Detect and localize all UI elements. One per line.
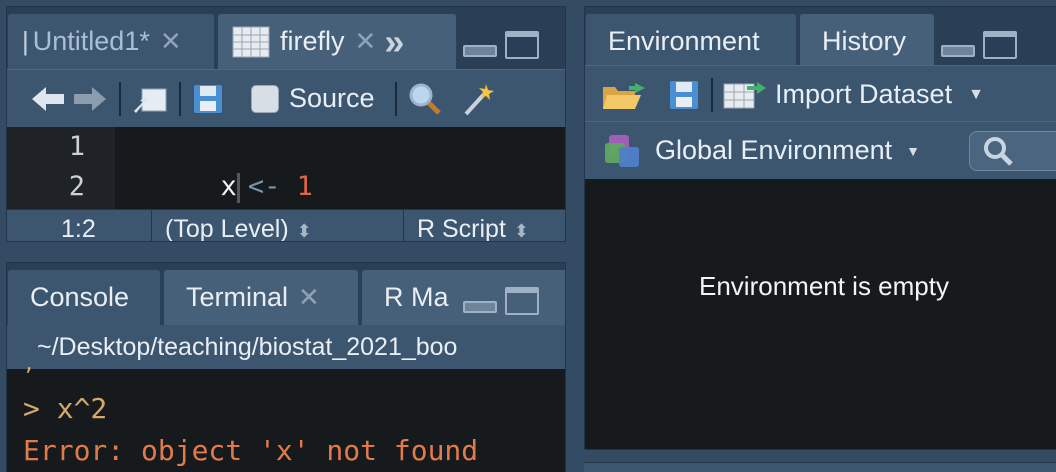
table-icon	[232, 26, 270, 58]
maximize-icon[interactable]	[505, 31, 539, 59]
status-divider	[403, 210, 404, 241]
tab-label: Environment	[608, 26, 760, 56]
line-number: 1	[68, 131, 85, 162]
show-in-window-icon[interactable]	[131, 82, 169, 116]
code-operator: <-	[247, 171, 281, 202]
editor-status-bar: 1:2 (Top Level) ⬍ R Script ⬍	[7, 209, 565, 242]
file-type-selector[interactable]: R Script ⬍	[417, 210, 529, 242]
cursor-position: 1:2	[61, 215, 96, 242]
line-number: 2	[68, 171, 85, 202]
global-environment-icon	[603, 133, 643, 169]
console-line: ,	[23, 351, 36, 375]
scope-selector[interactable]: Global Environment ▼	[655, 135, 920, 166]
text-cursor	[236, 172, 240, 203]
close-icon[interactable]: ✕	[355, 26, 377, 57]
import-dataset-button[interactable]: Import Dataset ▼	[723, 79, 984, 110]
environment-empty-message: Environment is empty	[699, 271, 949, 301]
pane-window-controls	[463, 287, 539, 315]
import-table-icon	[723, 80, 767, 110]
import-dataset-label: Import Dataset	[775, 79, 953, 109]
tab-label: R Ma	[384, 282, 449, 312]
toolbar-separator	[711, 77, 713, 112]
source-toolbar: Source	[7, 69, 565, 127]
code-variable: x	[220, 171, 237, 202]
tab-label: History	[822, 26, 907, 56]
dropdown-arrow-icon: ▼	[906, 142, 920, 159]
toolbar-separator	[179, 81, 181, 116]
tab-label: Console	[30, 282, 130, 312]
overflow-chevron-icon[interactable]: »	[384, 21, 404, 63]
working-directory-path[interactable]: ~/Desktop/teaching/biostat_2021_boo	[7, 325, 565, 369]
source-pane: | Untitled1* ✕ firefly ✕ » Source 1 2 x …	[6, 6, 566, 242]
console-tabbar: Console Terminal ✕ R Ma	[7, 263, 565, 325]
environment-variables-area: Environment is empty	[585, 179, 1056, 449]
search-icon[interactable]	[407, 81, 443, 117]
save-icon[interactable]	[667, 78, 701, 112]
source-on-save-label[interactable]: Source	[289, 83, 375, 114]
updown-chevron-icon: ⬍	[296, 221, 312, 241]
toolbar-separator	[119, 81, 121, 116]
minimize-icon[interactable]	[941, 45, 975, 57]
search-icon	[984, 137, 1013, 166]
tab-firefly[interactable]: firefly ✕ »	[217, 13, 457, 69]
files-pane-edge	[584, 462, 1056, 472]
open-folder-icon[interactable]	[601, 78, 649, 112]
pane-window-controls	[463, 31, 539, 59]
tab-label: Terminal	[186, 282, 289, 312]
code-editor[interactable]: 1 2 x <- 1	[7, 127, 565, 209]
source-tabbar: | Untitled1* ✕ firefly ✕ »	[7, 7, 565, 69]
console-pane: Console Terminal ✕ R Ma ~/Desktop/teachi…	[6, 262, 566, 472]
tab-console[interactable]: Console	[7, 269, 161, 325]
scope-label: (Top Level)	[165, 215, 289, 242]
status-divider	[151, 210, 152, 241]
back-arrow-icon[interactable]	[29, 84, 67, 114]
save-icon[interactable]	[191, 82, 225, 116]
pane-window-controls	[941, 31, 1017, 59]
dropdown-arrow-icon: ▼	[968, 85, 984, 103]
toolbar-separator	[394, 81, 397, 116]
tab-untitled1[interactable]: | Untitled1* ✕	[7, 13, 215, 69]
minimize-icon[interactable]	[463, 301, 497, 313]
environment-toolbar: Import Dataset ▼	[585, 65, 1056, 123]
console-output[interactable]: , > x^2 Error: object 'x' not found	[7, 351, 565, 472]
code-number: 1	[296, 171, 313, 202]
tab-environment[interactable]: Environment	[585, 13, 797, 69]
console-error-line: Error: object 'x' not found	[23, 434, 479, 467]
environment-search-input[interactable]	[969, 131, 1056, 171]
forward-arrow-icon[interactable]	[71, 84, 109, 114]
maximize-icon[interactable]	[505, 287, 539, 315]
environment-scope-bar: Global Environment ▼	[585, 121, 1056, 179]
console-input-line: > x^2	[23, 392, 108, 425]
tab-history[interactable]: History	[799, 13, 935, 69]
close-icon[interactable]: ✕	[160, 26, 182, 57]
scope-selector[interactable]: (Top Level) ⬍	[165, 210, 312, 242]
updown-chevron-icon: ⬍	[513, 221, 529, 241]
file-type-label: R Script	[417, 215, 506, 242]
tab-label: Untitled1*	[32, 26, 150, 56]
environment-tabbar: Environment History	[585, 7, 1056, 69]
tab-label: firefly	[280, 26, 345, 56]
tab-terminal[interactable]: Terminal ✕	[163, 269, 359, 325]
source-on-save-checkbox[interactable]	[251, 84, 279, 113]
close-icon[interactable]: ✕	[298, 282, 320, 313]
code-tools-wand-icon[interactable]	[461, 81, 495, 117]
minimize-icon[interactable]	[463, 45, 497, 57]
environment-pane: Environment History Import Dataset ▼ Glo…	[584, 6, 1056, 450]
restore-icon[interactable]	[983, 31, 1017, 59]
code-line[interactable]: x <- 1	[123, 127, 313, 203]
scope-label: Global Environment	[655, 135, 893, 165]
